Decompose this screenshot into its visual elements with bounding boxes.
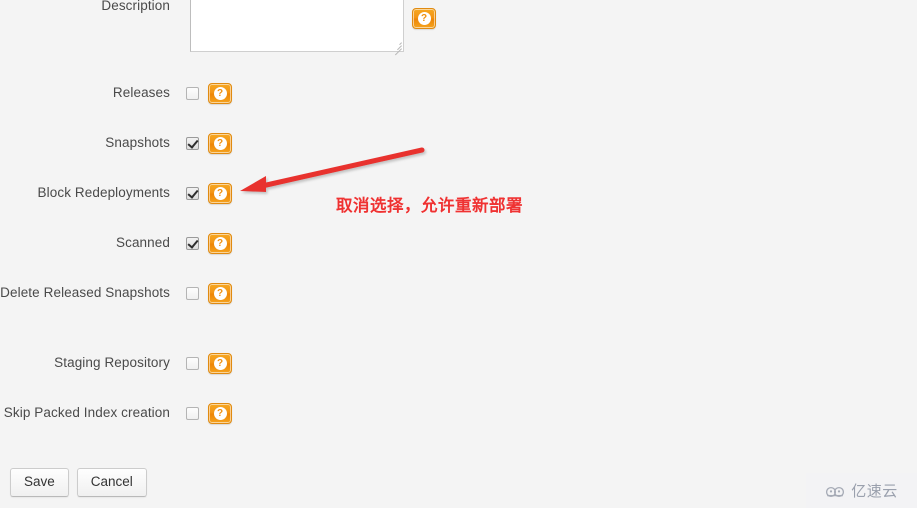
settings-form-page: Description ? Releases ? Snapshots ? Blo…: [0, 0, 917, 508]
help-question-icon-staging-repository[interactable]: ?: [208, 353, 232, 374]
control-releases: ?: [186, 83, 232, 104]
control-delete-released-snapshots: ?: [186, 283, 232, 304]
help-glyph: ?: [213, 407, 227, 420]
label-block-redeployments: Block Redeployments: [37, 185, 170, 200]
control-block-redeployments: ?: [186, 183, 232, 204]
help-question-icon-skip-packed-index-creation[interactable]: ?: [208, 403, 232, 424]
help-glyph: ?: [213, 237, 227, 250]
label-description: Description: [101, 0, 170, 13]
checkbox-staging-repository[interactable]: [186, 357, 199, 370]
control-skip-packed-index-creation: ?: [186, 403, 232, 424]
help-question-icon-block-redeployments[interactable]: ?: [208, 183, 232, 204]
help-question-icon-delete-released-snapshots[interactable]: ?: [208, 283, 232, 304]
help-question-icon-description[interactable]: ?: [412, 8, 436, 29]
watermark-text: 亿速云: [851, 482, 898, 500]
watermark: 亿速云: [806, 473, 917, 508]
control-scanned: ?: [186, 233, 232, 254]
save-button[interactable]: Save: [10, 468, 69, 497]
help-glyph: ?: [213, 87, 227, 100]
cancel-button[interactable]: Cancel: [76, 468, 147, 497]
annotation-text: 取消选择，允许重新部署: [336, 196, 523, 215]
description-textarea-wrap: [190, 0, 404, 56]
checkbox-block-redeployments[interactable]: [186, 187, 199, 200]
description-help-control: ?: [412, 8, 436, 29]
checkbox-scanned[interactable]: [186, 237, 199, 250]
help-glyph: ?: [213, 187, 227, 200]
label-delete-released-snapshots: Delete Released Snapshots: [0, 285, 170, 300]
checkbox-skip-packed-index-creation[interactable]: [186, 407, 199, 420]
description-textarea[interactable]: [190, 0, 404, 52]
control-snapshots: ?: [186, 133, 232, 154]
label-releases: Releases: [112, 85, 170, 100]
help-question-icon-scanned[interactable]: ?: [208, 233, 232, 254]
label-skip-packed-index-creation: Skip Packed Index creation: [3, 405, 170, 420]
control-staging-repository: ?: [186, 353, 232, 374]
label-snapshots: Snapshots: [105, 135, 170, 150]
checkbox-releases[interactable]: [186, 87, 199, 100]
help-glyph: ?: [417, 12, 431, 25]
help-glyph: ?: [213, 357, 227, 370]
help-question-icon-snapshots[interactable]: ?: [208, 133, 232, 154]
checkbox-delete-released-snapshots[interactable]: [186, 287, 199, 300]
help-question-icon-releases[interactable]: ?: [208, 83, 232, 104]
cloud-logo-icon: [826, 486, 845, 497]
label-staging-repository: Staging Repository: [54, 355, 170, 370]
form-actions: Save Cancel: [10, 468, 147, 497]
label-scanned: Scanned: [116, 235, 170, 250]
help-glyph: ?: [213, 137, 227, 150]
help-glyph: ?: [213, 287, 227, 300]
checkbox-snapshots[interactable]: [186, 137, 199, 150]
